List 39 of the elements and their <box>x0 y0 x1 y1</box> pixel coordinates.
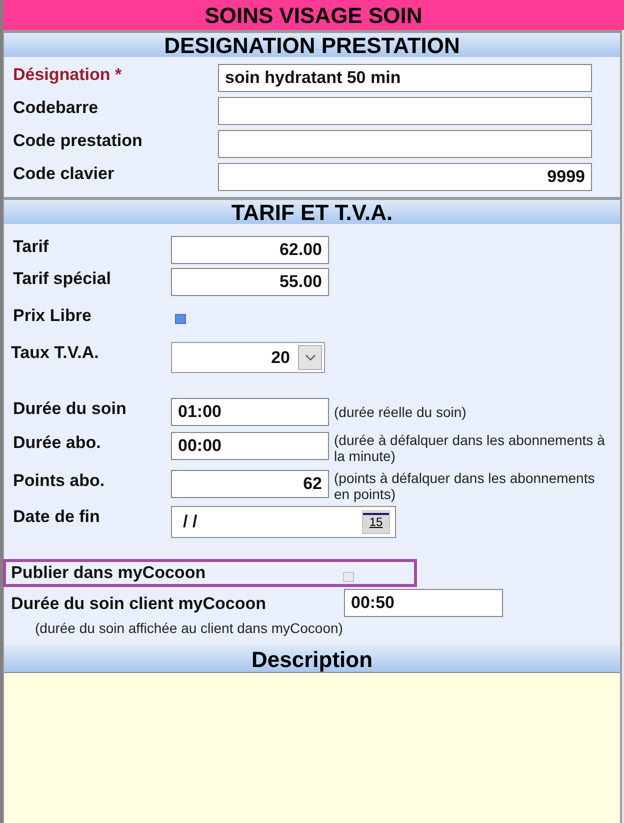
description-field[interactable] <box>4 672 620 823</box>
dropdown-button[interactable] <box>298 345 322 370</box>
section-header: TARIF ET T.V.A. <box>4 200 620 224</box>
input-field[interactable]: 62.00 <box>171 236 329 264</box>
select-field[interactable]: 20 <box>171 342 325 373</box>
calendar-button[interactable]: 15 <box>362 510 390 534</box>
field-label: Code clavier <box>13 163 116 184</box>
field-label: Points abo. <box>13 470 106 491</box>
field-label: Tarif <box>13 236 50 257</box>
section-header: Description <box>4 645 620 672</box>
hint-text: (points à défalquer dans les abonnements en points) <box>333 470 596 502</box>
input-field[interactable]: soin hydratant 50 min <box>218 64 592 92</box>
input-field[interactable]: 62 <box>171 470 329 498</box>
chevron-down-icon <box>304 354 316 361</box>
input-field[interactable]: 9999 <box>218 163 592 191</box>
title-bar: SOINS VISAGE SOIN <box>3 0 624 30</box>
input-field[interactable]: 01:00 <box>171 398 329 426</box>
input-field[interactable]: 00:50 <box>344 589 503 617</box>
hint-text: (durée réelle du soin) <box>333 404 468 420</box>
field-label: Désignation * <box>13 64 123 85</box>
date-field[interactable]: / / 15 <box>171 506 396 538</box>
field-label: Tarif spécial <box>13 268 112 289</box>
field-label: Prix Libre <box>13 305 92 326</box>
hint-text: (durée du soin affichée au client dans myCocoon) <box>34 620 343 637</box>
field-label: Durée du soin <box>13 398 128 419</box>
field-label: Codebarre <box>13 97 100 118</box>
section-header: DESIGNATION PRESTATION <box>4 33 620 57</box>
input-field[interactable]: 55.00 <box>171 268 329 296</box>
field-label: Taux T.V.A. <box>11 342 100 363</box>
field-label: Date de fin <box>13 506 101 527</box>
input-field[interactable]: 00:00 <box>171 432 329 460</box>
input-field[interactable] <box>218 97 592 125</box>
checkbox[interactable] <box>175 314 186 324</box>
input-field[interactable] <box>218 130 592 158</box>
hint-text: (durée à défalquer dans les abonnements à la minute) <box>333 432 606 464</box>
field-label: Code prestation <box>13 130 144 151</box>
field-label: Durée du soin client myCocoon <box>11 593 268 614</box>
field-label: Publier dans myCocoon <box>10 562 207 583</box>
field-label: Durée abo. <box>13 432 102 453</box>
